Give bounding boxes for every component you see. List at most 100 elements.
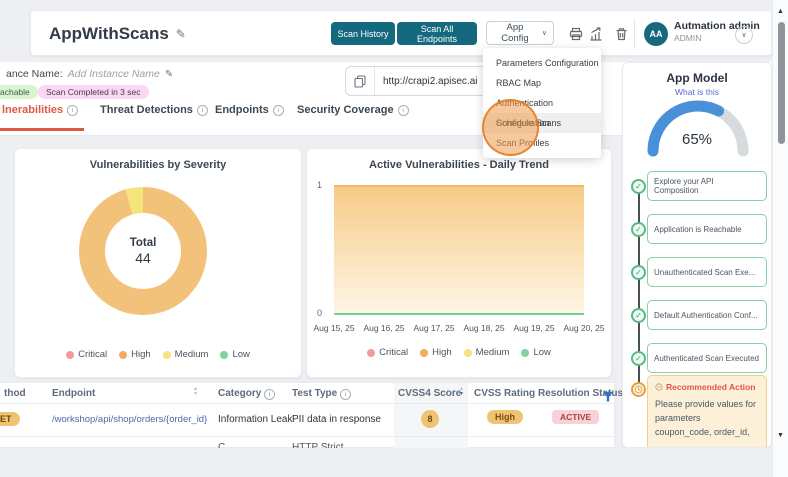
legend-low[interactable]: Low	[533, 347, 550, 358]
donut-total-value: 44	[135, 250, 151, 266]
step-check-icon: ✓	[631, 179, 646, 194]
legend-low[interactable]: Low	[232, 349, 249, 360]
avatar[interactable]: AA	[644, 22, 668, 46]
info-icon[interactable]: i	[340, 389, 351, 400]
edit-instance-icon[interactable]: ✎	[165, 69, 173, 80]
header-bar: AppWithScans ✎ Scan History Scan All End…	[30, 10, 772, 56]
severity-donut-chart[interactable]: Total 44	[79, 187, 207, 315]
step-item[interactable]: Application is Reachable	[647, 214, 767, 244]
score-badge: 8	[421, 410, 439, 428]
area-chart-title: Active Vulnerabilities - Daily Trend	[307, 159, 611, 171]
active-tab-underline	[0, 128, 84, 131]
recommended-action-line: coupon_code, order_id,	[655, 425, 759, 439]
menu-item-parameters-configuration[interactable]: Parameters Configuration	[483, 53, 601, 73]
y-tick-1: 1	[317, 180, 322, 190]
legend-medium[interactable]: Medium	[476, 347, 510, 358]
tab-security-coverage[interactable]: Security Coverage i	[297, 104, 409, 116]
what-is-this-link[interactable]: What is this	[623, 87, 771, 97]
avatar-initials: AA	[650, 29, 663, 39]
recommended-action-title: Recommended Action	[666, 382, 755, 392]
info-icon[interactable]: i	[264, 389, 275, 400]
delete-icon[interactable]	[615, 27, 628, 46]
scroll-up-arrow[interactable]: ▲	[777, 8, 784, 15]
dashboard: AppWithScans ✎ Scan History Scan All End…	[0, 0, 788, 477]
print-icon[interactable]	[569, 27, 583, 46]
legend-medium[interactable]: Medium	[175, 349, 209, 360]
vulnerabilities-by-severity-card: Vulnerabilities by Severity Total 44 Cri…	[14, 148, 302, 378]
table-row[interactable]: ET /workshop/api/shop/orders/{order_id} …	[0, 404, 615, 436]
legend-critical[interactable]: Critical	[379, 347, 408, 358]
header-divider	[634, 19, 635, 49]
copy-url-icon[interactable]	[346, 67, 375, 95]
y-tick-0: 0	[317, 308, 322, 318]
page-title: AppWithScans	[49, 24, 169, 44]
analytics-icon[interactable]	[589, 27, 603, 46]
scrollbar-thumb[interactable]	[778, 22, 785, 144]
instance-name-label: ance Name:	[6, 68, 63, 80]
tab-endpoints[interactable]: Endpoints i	[215, 104, 284, 116]
daily-trend-card: Active Vulnerabilities - Daily Trend 1 0…	[306, 148, 612, 378]
info-icon[interactable]: i	[197, 105, 208, 116]
col-cvss-rating[interactable]: CVSS Rating	[474, 388, 535, 399]
recommended-action-line: Please provide values for	[655, 397, 759, 411]
step-check-icon: ✓	[631, 308, 646, 323]
col-cvss4-score[interactable]: CVSS4 Score	[398, 388, 461, 399]
low-series-line	[334, 313, 584, 315]
app-model-panel: App Model What is this 65% ✓ Explore you…	[622, 62, 772, 448]
legend-high[interactable]: High	[432, 347, 452, 358]
app-config-label: App Config	[493, 22, 537, 44]
app-url-box: http://crapi2.apisec.ai	[345, 66, 495, 96]
tab-vulnerabilities[interactable]: lnerabilities i	[2, 104, 78, 116]
donut-hole: Total 44	[105, 213, 181, 289]
scan-completed-badge: Scan Completed in 3 sec	[38, 85, 149, 99]
scan-all-endpoints-button[interactable]: Scan All Endpoints	[397, 22, 477, 45]
progress-value: 65%	[623, 131, 771, 148]
step-item[interactable]: Authenticated Scan Executed	[647, 343, 767, 373]
trend-area-plot[interactable]	[334, 185, 584, 315]
reachable-badge: achable	[0, 85, 38, 99]
info-icon[interactable]: i	[67, 105, 78, 116]
medium-dot	[163, 351, 171, 359]
menu-item-rbac-map[interactable]: RBAC Map	[483, 73, 601, 93]
scan-history-button[interactable]: Scan History	[331, 22, 395, 45]
step-item[interactable]: Default Authentication Conf...	[647, 300, 767, 330]
app-config-button[interactable]: App Config ∨	[486, 21, 554, 45]
col-method[interactable]: thod	[4, 388, 26, 399]
col-category[interactable]: Category i	[218, 388, 275, 400]
info-icon[interactable]: i	[398, 105, 409, 116]
col-endpoint[interactable]: Endpoint	[52, 388, 95, 399]
area-legend: Critical High Medium Low	[307, 347, 611, 358]
legend-high[interactable]: High	[131, 349, 151, 360]
step-item[interactable]: Unauthenticated Scan Exe...	[647, 257, 767, 287]
chevron-down-icon: ∨	[542, 29, 547, 37]
tab-label: lnerabilities	[2, 104, 63, 116]
app-url[interactable]: http://crapi2.apisec.ai	[375, 76, 478, 87]
row-divider	[0, 436, 615, 437]
cell-test-type: PII data in response	[292, 414, 381, 425]
low-dot	[220, 351, 228, 359]
sort-icon-active[interactable]: ▴▾	[460, 387, 463, 397]
step-check-icon: ✓	[631, 222, 646, 237]
x-label-4: Aug 19, 25	[513, 323, 554, 333]
user-menu-chevron[interactable]: ∨	[735, 26, 753, 44]
recommended-action-box[interactable]: Recommended Action Please provide values…	[647, 375, 767, 448]
click-annotation-circle	[482, 99, 539, 156]
edit-title-icon[interactable]: ✎	[176, 27, 186, 41]
step-check-icon: ✓	[631, 351, 646, 366]
instance-name-placeholder[interactable]: Add Instance Name	[68, 68, 160, 80]
col-test-type[interactable]: Test Type i	[292, 388, 351, 400]
info-icon[interactable]: i	[273, 105, 284, 116]
cell-endpoint[interactable]: /workshop/api/shop/orders/{order_id}	[52, 414, 207, 425]
chevron-down-icon: ∨	[741, 31, 746, 39]
scrollbar-track[interactable]: ▲ ▼	[772, 0, 788, 477]
legend-critical[interactable]: Critical	[78, 349, 107, 360]
tab-label: Endpoints	[215, 104, 269, 116]
x-label-5: Aug 20, 25	[563, 323, 604, 333]
pending-clock-icon	[631, 382, 646, 397]
scroll-down-arrow[interactable]: ▼	[777, 432, 784, 439]
step-item[interactable]: Explore your API Composition	[647, 171, 767, 201]
donut-center-label: Total	[130, 237, 157, 249]
sort-icon[interactable]: ▴▾	[194, 387, 197, 397]
app-model-title: App Model	[623, 71, 771, 85]
tab-threat-detections[interactable]: Threat Detections i	[100, 104, 208, 116]
